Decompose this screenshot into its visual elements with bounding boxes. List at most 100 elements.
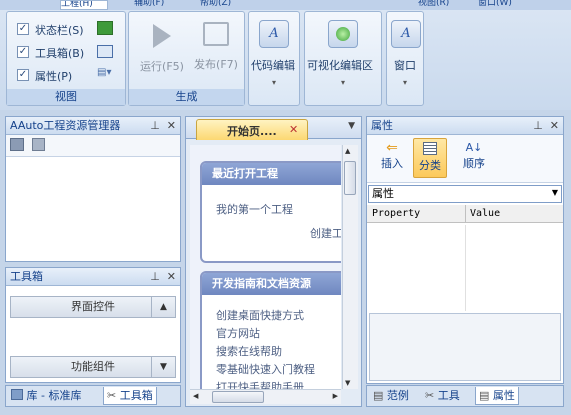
sort-label: 顺序 xyxy=(463,157,485,170)
chevron-down-icon: ▾ xyxy=(272,78,277,87)
col-property: Property xyxy=(372,208,421,219)
tab-library[interactable]: 库 - 标准库 xyxy=(8,387,84,405)
chevron-down-icon[interactable]: ▼ xyxy=(552,188,558,197)
category-button[interactable]: 分类 xyxy=(413,138,447,178)
category-label: 分类 xyxy=(419,159,441,172)
link-official-site[interactable]: 官方网站 xyxy=(216,325,260,341)
pin-icon[interactable]: ⊥ xyxy=(150,119,160,132)
folder-icon[interactable] xyxy=(10,138,24,151)
link-online-help[interactable]: 搜索在线帮助 xyxy=(216,343,282,359)
properties-icon: ▤ xyxy=(479,389,490,402)
tab-examples-label: 范例 xyxy=(386,389,409,402)
scroll-thumb[interactable] xyxy=(344,161,356,195)
recent-projects-section: 最近打开工程 我的第一个工程 创建工 xyxy=(200,161,341,263)
chevron-down-icon[interactable]: ▼ xyxy=(151,357,175,377)
scroll-right-icon[interactable]: ▶ xyxy=(333,392,338,400)
properties-checkbox[interactable]: ✓ xyxy=(17,69,29,81)
run-label: 运行(F5) xyxy=(140,60,184,73)
start-page-content: 最近打开工程 我的第一个工程 创建工 开发指南和文档资源 创建桌面快捷方式 官方… xyxy=(190,145,341,389)
guide-header: 开发指南和文档资源 xyxy=(202,273,341,295)
recent-projects-header: 最近打开工程 xyxy=(202,163,341,185)
scroll-up-icon[interactable]: ▲ xyxy=(345,147,350,155)
property-description-box xyxy=(369,313,561,381)
close-icon[interactable]: ✕ xyxy=(167,119,176,132)
sort-button[interactable]: A↓ 顺序 xyxy=(457,141,491,171)
ribbon-tab-project[interactable]: 工程(H) xyxy=(60,0,108,10)
tab-start-page[interactable]: 开始页.... ✕ xyxy=(196,119,308,140)
ribbon-tab-aux[interactable]: 辅助(F) xyxy=(134,0,164,10)
pin-icon[interactable]: ⊥ xyxy=(533,119,543,132)
save-icon[interactable] xyxy=(31,138,45,151)
tab-library-label: 库 - 标准库 xyxy=(26,389,82,402)
publish-icon xyxy=(203,22,229,46)
chevron-down-icon[interactable]: ▼ xyxy=(348,121,355,131)
window-label: 窗口 xyxy=(394,59,416,72)
vertical-scrollbar[interactable]: ▲ ▼ xyxy=(342,145,358,389)
ribbon-tab-window[interactable]: 窗口(W) xyxy=(478,0,512,10)
column-divider xyxy=(465,205,466,222)
sort-az-icon: A↓ xyxy=(465,141,483,154)
insert-button[interactable]: ⇐ 插入 xyxy=(375,141,409,171)
toolbox-group-components[interactable]: 功能组件 ▼ xyxy=(10,356,176,378)
ribbon-tab-help[interactable]: 帮助(Z) xyxy=(200,0,231,10)
code-edit-label: 代码编辑 xyxy=(251,59,295,72)
chevron-down-icon: ▾ xyxy=(341,78,346,87)
chevron-up-icon[interactable]: ▲ xyxy=(151,297,175,317)
view-group: ✓ 状态栏(S) ✓ 工具箱(B) ✓ 属性(P) ▤▾ 视图 xyxy=(6,11,126,106)
window-button[interactable]: A 窗口 ▾ xyxy=(386,11,424,106)
tab-start-page-label: 开始页.... xyxy=(227,125,277,138)
right-bottom-tabs: ▤ 范例 ✂ 工具 ▤ 属性 xyxy=(366,385,564,407)
tab-properties-label: 属性 xyxy=(492,389,515,402)
ribbon-tab-view[interactable]: 视图(R) xyxy=(418,0,449,10)
statusbar-checkbox[interactable]: ✓ xyxy=(17,23,29,35)
scroll-left-icon[interactable]: ◀ xyxy=(193,392,198,400)
new-project-link[interactable]: 创建工 xyxy=(310,225,341,241)
horizontal-scrollbar[interactable]: ◀ ▶ xyxy=(190,389,341,404)
pin-icon[interactable]: ⊥ xyxy=(150,270,160,283)
properties-toggle-label: 属性(P) xyxy=(35,70,73,83)
visual-edit-label: 可视化编辑区 xyxy=(307,59,373,72)
code-edit-button[interactable]: A 代码编辑 ▾ xyxy=(248,11,300,106)
col-value: Value xyxy=(470,208,501,219)
link-quickstart[interactable]: 零基础快速入门教程 xyxy=(216,361,315,377)
visual-edit-icon xyxy=(328,20,358,48)
properties-object-select[interactable]: 属性 ▼ xyxy=(368,185,562,203)
scroll-thumb[interactable] xyxy=(212,391,264,403)
tab-tools[interactable]: ✂ 工具 xyxy=(422,387,463,405)
resource-manager-title: AAuto工程资源管理器 xyxy=(10,119,121,132)
run-button[interactable]: 运行(F5) xyxy=(137,16,187,80)
examples-icon: ▤ xyxy=(373,389,384,402)
statusbar-label: 状态栏(S) xyxy=(35,24,84,37)
recent-project-link[interactable]: 我的第一个工程 xyxy=(216,201,293,217)
toolbox-checkbox[interactable]: ✓ xyxy=(17,46,29,58)
statusbar-icon xyxy=(97,21,113,35)
tab-toolbox-label: 工具箱 xyxy=(119,389,153,402)
toolbox-group-ui-controls[interactable]: 界面控件 ▲ xyxy=(10,296,176,318)
properties-title: 属性 xyxy=(371,119,393,132)
tab-properties[interactable]: ▤ 属性 xyxy=(475,387,519,405)
code-edit-icon: A xyxy=(259,20,289,48)
group-label: 功能组件 xyxy=(71,360,115,373)
toolbox-panel: 工具箱 ⊥ ✕ 界面控件 ▲ 功能组件 ▼ xyxy=(5,267,181,383)
close-icon[interactable]: ✕ xyxy=(167,270,176,283)
arrow-left-icon: ⇐ xyxy=(386,140,398,156)
chevron-down-icon: ▾ xyxy=(403,78,408,87)
toolbox-icon xyxy=(97,45,113,58)
ribbon-tab-strip: 工程(H) 辅助(F) 帮助(Z) 视图(R) 窗口(W) xyxy=(0,0,571,10)
toolbox-toggle-label: 工具箱(B) xyxy=(35,47,85,60)
visual-edit-button[interactable]: 可视化编辑区 ▾ xyxy=(304,11,382,106)
tab-toolbox[interactable]: ✂ 工具箱 xyxy=(103,387,157,405)
guide-section: 开发指南和文档资源 创建桌面快捷方式 官方网站 搜索在线帮助 零基础快速入门教程… xyxy=(200,271,341,389)
build-group: 运行(F5) 发布(F7) 生成 xyxy=(128,11,245,106)
link-help-manual[interactable]: 打开快手帮助手册 xyxy=(216,379,304,389)
tab-examples[interactable]: ▤ 范例 xyxy=(370,387,412,405)
paste-dropdown-icon[interactable]: ▤▾ xyxy=(97,67,119,81)
link-desktop-shortcut[interactable]: 创建桌面快捷方式 xyxy=(216,307,304,323)
publish-button[interactable]: 发布(F7) xyxy=(191,16,241,80)
resource-toolbar xyxy=(6,135,180,157)
close-icon[interactable]: ✕ xyxy=(289,123,298,136)
scroll-down-icon[interactable]: ▼ xyxy=(345,379,350,387)
close-icon[interactable]: ✕ xyxy=(550,119,559,132)
group-label: 界面控件 xyxy=(71,300,115,313)
play-icon xyxy=(153,24,171,48)
